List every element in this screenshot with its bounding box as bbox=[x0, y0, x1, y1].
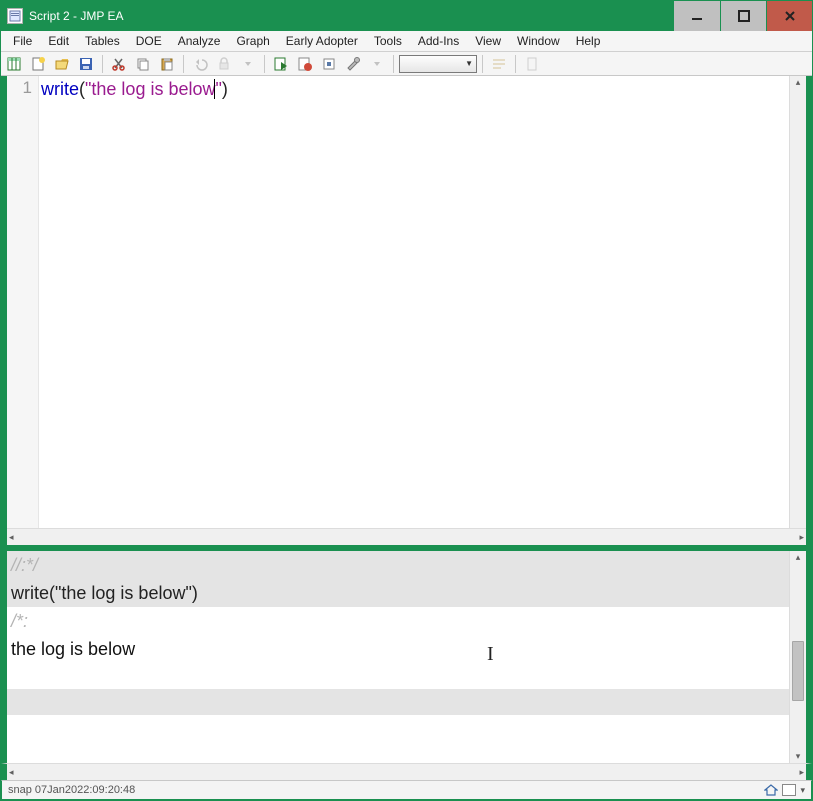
run-script-icon[interactable] bbox=[270, 54, 292, 74]
paste-icon[interactable] bbox=[156, 54, 178, 74]
log-line: //:*/ bbox=[7, 551, 789, 579]
menu-help[interactable]: Help bbox=[568, 32, 609, 50]
separator-icon bbox=[515, 55, 516, 73]
title-bar[interactable]: Script 2 - JMP EA bbox=[1, 1, 812, 31]
cut-icon[interactable] bbox=[108, 54, 130, 74]
log-output[interactable]: //:*/ write("the log is below") /*: the … bbox=[7, 551, 789, 763]
log-horizontal-scrollbar[interactable]: ◂▸ bbox=[1, 763, 812, 780]
home-icon[interactable] bbox=[764, 784, 778, 796]
status-text: snap 07Jan2022:09:20:48 bbox=[8, 784, 135, 796]
toolbar-combo[interactable] bbox=[399, 55, 477, 73]
app-icon bbox=[7, 8, 23, 24]
maximize-button[interactable] bbox=[720, 1, 766, 31]
log-line: /*: bbox=[7, 607, 789, 635]
chevron-down-icon[interactable]: ▾ bbox=[800, 785, 805, 796]
menu-file[interactable]: File bbox=[5, 32, 40, 50]
menu-tables[interactable]: Tables bbox=[77, 32, 128, 50]
separator-icon bbox=[102, 55, 103, 73]
log-line: write("the log is below") bbox=[7, 579, 789, 607]
status-checkbox[interactable] bbox=[782, 784, 796, 796]
bookmark-icon[interactable] bbox=[521, 54, 543, 74]
tools-icon[interactable] bbox=[342, 54, 364, 74]
menu-bar: File Edit Tables DOE Analyze Graph Early… bbox=[1, 31, 812, 52]
line-number: 1 bbox=[7, 78, 32, 98]
dropdown-arrow-icon[interactable] bbox=[237, 54, 259, 74]
copy-icon[interactable] bbox=[132, 54, 154, 74]
status-bar: snap 07Jan2022:09:20:48 ▾ bbox=[1, 780, 812, 800]
menu-edit[interactable]: Edit bbox=[40, 32, 77, 50]
menu-graph[interactable]: Graph bbox=[228, 32, 277, 50]
app-window: Script 2 - JMP EA File Edit Tables DOE A… bbox=[0, 0, 813, 801]
open-icon[interactable] bbox=[51, 54, 73, 74]
new-script-icon[interactable] bbox=[27, 54, 49, 74]
log-line bbox=[7, 689, 789, 715]
menu-early-adopter[interactable]: Early Adopter bbox=[278, 32, 366, 50]
separator-icon bbox=[183, 55, 184, 73]
log-line bbox=[7, 663, 789, 689]
toolbar bbox=[1, 52, 812, 76]
window-title: Script 2 - JMP EA bbox=[29, 9, 123, 23]
code-string-body: the log is below bbox=[91, 79, 215, 99]
menu-tools[interactable]: Tools bbox=[366, 32, 410, 50]
separator-icon bbox=[482, 55, 483, 73]
log-pane: //:*/ write("the log is below") /*: the … bbox=[7, 551, 806, 763]
menu-window[interactable]: Window bbox=[509, 32, 568, 50]
code-editor[interactable]: write("the log is below") bbox=[39, 76, 789, 528]
menu-analyze[interactable]: Analyze bbox=[170, 32, 229, 50]
dropdown-arrow-icon[interactable] bbox=[366, 54, 388, 74]
menu-addins[interactable]: Add-Ins bbox=[410, 32, 467, 50]
menu-view[interactable]: View bbox=[467, 32, 509, 50]
script-editor-pane: 1 write("the log is below") ◂▸ bbox=[7, 76, 806, 545]
scrollbar-thumb[interactable] bbox=[792, 641, 804, 701]
editor-vertical-scrollbar[interactable] bbox=[789, 76, 806, 528]
debug-icon[interactable] bbox=[294, 54, 316, 74]
save-icon[interactable] bbox=[75, 54, 97, 74]
separator-icon bbox=[264, 55, 265, 73]
minimize-button[interactable] bbox=[674, 1, 720, 31]
stop-icon[interactable] bbox=[318, 54, 340, 74]
format-icon[interactable] bbox=[488, 54, 510, 74]
code-paren-close: ) bbox=[222, 79, 228, 99]
editor-horizontal-scrollbar[interactable]: ◂▸ bbox=[7, 528, 806, 545]
separator-icon bbox=[393, 55, 394, 73]
menu-doe[interactable]: DOE bbox=[128, 32, 170, 50]
lock-icon[interactable] bbox=[213, 54, 235, 74]
undo-icon[interactable] bbox=[189, 54, 211, 74]
close-button[interactable] bbox=[766, 1, 812, 31]
line-number-gutter: 1 bbox=[7, 76, 39, 528]
main-area: 1 write("the log is below") ◂▸ //:*/ wri… bbox=[1, 76, 812, 763]
log-line: the log is below bbox=[7, 635, 789, 663]
code-keyword: write bbox=[41, 79, 79, 99]
log-vertical-scrollbar[interactable] bbox=[789, 551, 806, 763]
new-table-icon[interactable] bbox=[3, 54, 25, 74]
